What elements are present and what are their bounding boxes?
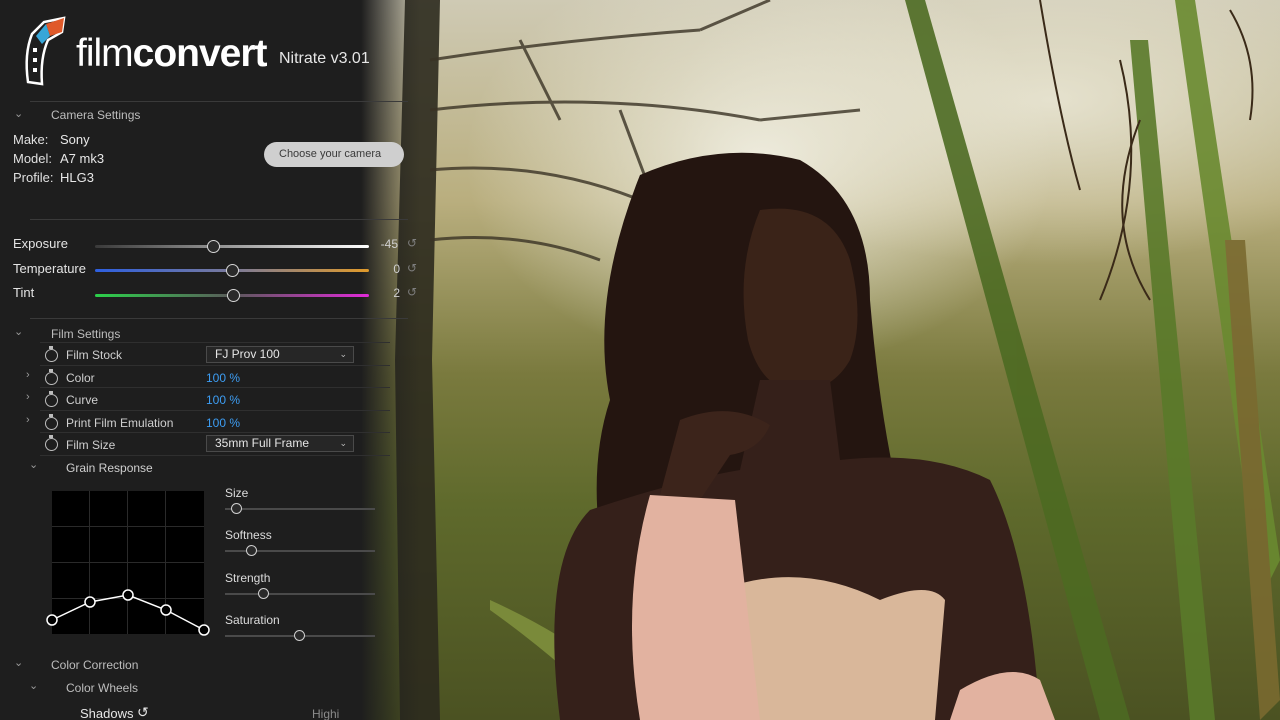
chevron-down-icon[interactable]: ⌄ bbox=[14, 325, 23, 338]
choose-camera-button[interactable]: Choose your camera bbox=[264, 142, 404, 167]
filmconvert-panel: filmconvert Nitrate v3.01 ⌄ Camera Setti… bbox=[0, 0, 420, 720]
chevron-down-icon[interactable]: ⌄ bbox=[14, 107, 23, 120]
tint-label: Tint bbox=[13, 285, 35, 300]
film-size-dropdown[interactable]: 35mm Full Frame ⌄ bbox=[206, 435, 354, 452]
divider bbox=[40, 410, 390, 411]
profile-value: HLG3 bbox=[60, 170, 94, 185]
exposure-label: Exposure bbox=[13, 236, 68, 251]
film-size-label: Film Size bbox=[66, 438, 116, 452]
section-color-correction[interactable]: Color Correction bbox=[51, 658, 138, 672]
section-grain-response[interactable]: Grain Response bbox=[66, 461, 153, 475]
chevron-right-icon[interactable]: › bbox=[26, 414, 30, 426]
temperature-value[interactable]: 0 bbox=[370, 262, 400, 276]
filmconvert-logo: filmconvert Nitrate v3.01 bbox=[22, 14, 402, 94]
color-value[interactable]: 100 % bbox=[206, 371, 240, 385]
color-label: Color bbox=[66, 371, 95, 385]
curve-label: Curve bbox=[66, 393, 99, 407]
chevron-down-icon[interactable]: ⌄ bbox=[29, 679, 38, 692]
saturation-slider-handle[interactable] bbox=[294, 630, 305, 641]
model-label: Model: bbox=[13, 151, 53, 166]
print-film-emulation-value[interactable]: 100 % bbox=[206, 416, 240, 430]
chevron-down-icon: ⌄ bbox=[339, 349, 347, 359]
model-value: A7 mk3 bbox=[60, 151, 105, 166]
chevron-down-icon: ⌄ bbox=[339, 438, 347, 448]
divider bbox=[40, 455, 390, 456]
softness-slider-handle[interactable] bbox=[246, 545, 257, 556]
temperature-slider-handle[interactable] bbox=[226, 264, 239, 277]
print-film-emulation-label: Print Film Emulation bbox=[66, 416, 174, 430]
chevron-right-icon[interactable]: › bbox=[26, 369, 30, 381]
grain-response-curve[interactable] bbox=[46, 491, 210, 636]
stopwatch-icon[interactable] bbox=[45, 414, 58, 430]
divider bbox=[40, 342, 390, 343]
grain-size-slider-handle[interactable] bbox=[231, 503, 242, 514]
grain-curve-point[interactable] bbox=[122, 589, 134, 601]
temperature-label: Temperature bbox=[13, 261, 86, 276]
stopwatch-icon[interactable] bbox=[45, 346, 58, 362]
exposure-value[interactable]: -45 bbox=[368, 237, 398, 251]
stopwatch-icon[interactable] bbox=[45, 369, 58, 385]
film-stock-label: Film Stock bbox=[66, 348, 123, 362]
divider bbox=[30, 318, 408, 319]
exposure-slider-track[interactable] bbox=[95, 245, 369, 248]
reset-icon[interactable]: ↺ bbox=[407, 236, 417, 250]
film-stock-dropdown[interactable]: FJ Prov 100 ⌄ bbox=[206, 346, 354, 363]
stopwatch-icon[interactable] bbox=[45, 391, 58, 407]
profile-label: Profile: bbox=[13, 170, 54, 185]
stopwatch-icon[interactable] bbox=[45, 435, 58, 451]
reset-icon[interactable]: ↺ bbox=[137, 704, 149, 720]
reset-icon[interactable]: ↺ bbox=[407, 261, 417, 275]
grain-size-label: Size bbox=[225, 486, 249, 500]
reset-icon[interactable]: ↺ bbox=[407, 285, 417, 299]
version-label: Nitrate v3.01 bbox=[279, 50, 370, 67]
strength-label: Strength bbox=[225, 571, 271, 585]
saturation-label: Saturation bbox=[225, 613, 280, 627]
chevron-right-icon[interactable]: › bbox=[26, 391, 30, 403]
strength-slider-track[interactable] bbox=[225, 593, 375, 595]
highlights-label: Highi bbox=[312, 707, 340, 720]
section-color-wheels[interactable]: Color Wheels bbox=[66, 681, 138, 695]
divider bbox=[40, 365, 390, 366]
divider bbox=[30, 101, 408, 102]
divider bbox=[30, 219, 408, 220]
section-camera-settings[interactable]: Camera Settings bbox=[51, 108, 140, 122]
section-film-settings[interactable]: Film Settings bbox=[51, 327, 120, 341]
tint-value[interactable]: 2 bbox=[370, 286, 400, 300]
film-reel-icon bbox=[25, 16, 66, 86]
curve-value[interactable]: 100 % bbox=[206, 393, 240, 407]
grain-size-slider-track[interactable] bbox=[225, 508, 375, 510]
grain-curve-point[interactable] bbox=[84, 596, 96, 608]
tint-slider-handle[interactable] bbox=[227, 289, 241, 302]
strength-slider-handle[interactable] bbox=[258, 588, 269, 599]
exposure-slider-handle[interactable] bbox=[206, 240, 220, 253]
shadows-label: Shadows bbox=[80, 706, 134, 720]
grain-curve-point[interactable] bbox=[46, 614, 58, 626]
chevron-down-icon[interactable]: ⌄ bbox=[14, 656, 23, 669]
softness-label: Softness bbox=[225, 528, 272, 542]
divider bbox=[40, 387, 390, 388]
grain-curve-point[interactable] bbox=[160, 604, 172, 616]
make-value: Sony bbox=[60, 132, 90, 147]
make-label: Make: bbox=[13, 132, 49, 147]
brand-name: filmconvert bbox=[76, 32, 268, 75]
divider bbox=[40, 432, 390, 433]
chevron-down-icon[interactable]: ⌄ bbox=[29, 458, 38, 471]
grain-curve-point[interactable] bbox=[198, 624, 210, 636]
